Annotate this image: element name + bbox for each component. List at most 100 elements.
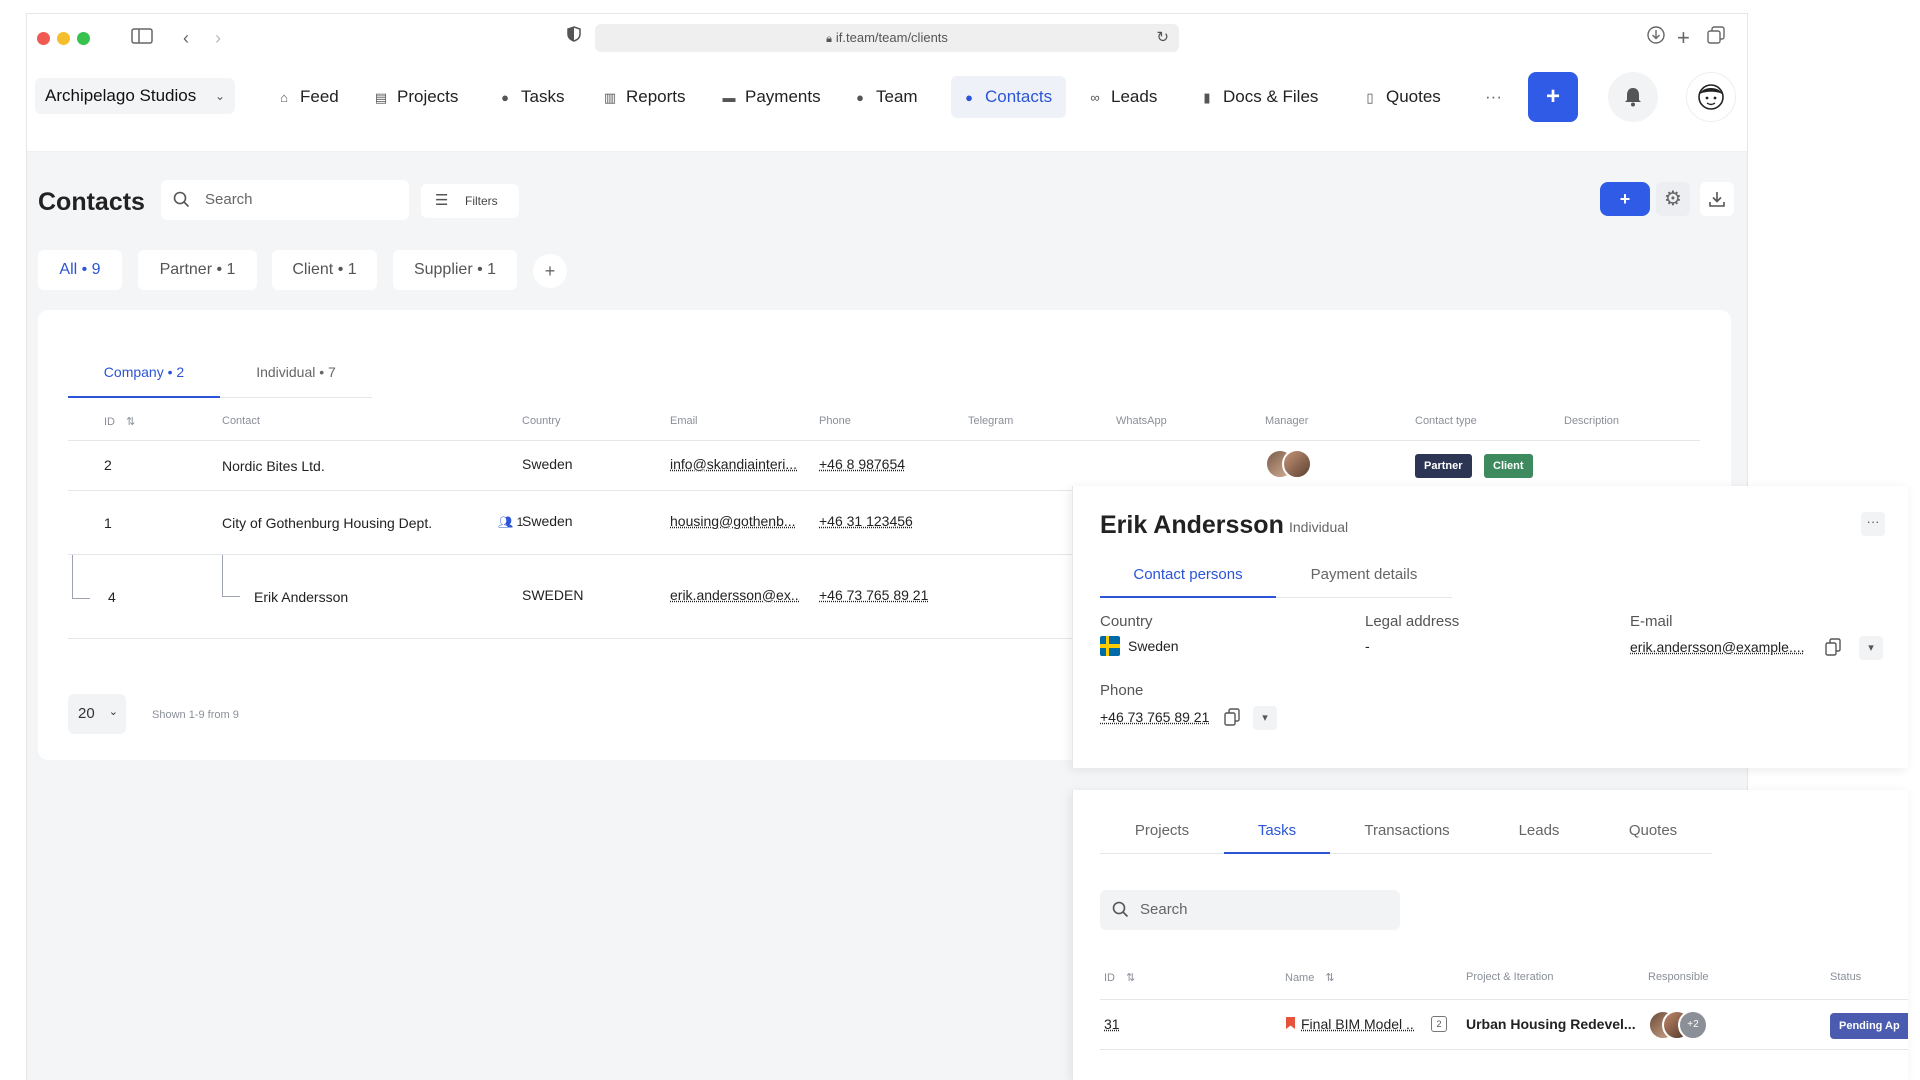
country-value: Sweden (1128, 638, 1179, 654)
sidebar-toggle-icon[interactable] (131, 26, 153, 50)
col-description: Description (1564, 415, 1620, 427)
task-col-status: Status (1830, 971, 1862, 983)
detail-tab-payment-details[interactable]: Payment details (1276, 558, 1452, 598)
minimize-window-dot[interactable] (57, 32, 70, 45)
table-row[interactable]: 2 Nordic Bites Ltd. Sweden info@skandiai… (68, 441, 1700, 491)
forward-arrow-icon[interactable]: › (215, 26, 221, 50)
badge-partner: Partner (1415, 454, 1472, 478)
email-value[interactable]: erik.andersson@example.... (1630, 639, 1805, 655)
download-icon[interactable] (1647, 26, 1665, 50)
add-contact-button[interactable]: + (1600, 182, 1650, 216)
phone-dropdown-chevron-icon[interactable]: ▾ (1253, 706, 1277, 730)
contacts-search-input[interactable]: Search (161, 180, 409, 220)
task-col-project: Project & Iteration (1466, 971, 1554, 983)
back-arrow-icon[interactable]: ‹ (183, 26, 189, 50)
page-size-select[interactable]: 20 ⌄ (68, 694, 126, 734)
nav-projects[interactable]: ▤ Projects (363, 76, 468, 118)
row-phone[interactable]: +46 73 765 89 21 (819, 587, 928, 603)
page-size-value: 20 (78, 705, 95, 722)
report-icon: ▥ (603, 90, 617, 105)
tabs-overview-icon[interactable] (1707, 26, 1725, 50)
detail-kind: Individual (1289, 519, 1349, 535)
filters-button[interactable]: ☰ Filters (421, 184, 519, 218)
task-col-id[interactable]: ID ⇅ (1104, 971, 1135, 984)
global-add-button[interactable]: + (1528, 72, 1578, 122)
notifications-button[interactable] (1608, 72, 1658, 122)
related-tab-transactions[interactable]: Transactions (1330, 814, 1484, 854)
chip-supplier[interactable]: Supplier • 1 (393, 250, 517, 290)
col-phone: Phone (819, 415, 851, 427)
workspace-name: Archipelago Studios (45, 86, 197, 105)
row-phone[interactable]: +46 8 987654 (819, 456, 905, 472)
detail-name: Erik Andersson (1100, 511, 1284, 539)
col-country: Country (522, 415, 561, 427)
nav-feed[interactable]: ⌂ Feed (266, 76, 349, 118)
related-tab-projects[interactable]: Projects (1100, 814, 1224, 854)
nav-quotes[interactable]: ▯ Quotes (1352, 76, 1451, 118)
related-tab-quotes[interactable]: Quotes (1594, 814, 1712, 854)
phone-value[interactable]: +46 73 765 89 21 (1100, 709, 1209, 725)
settings-gear-icon[interactable]: ⚙︎ (1656, 182, 1690, 216)
row-contact[interactable]: Nordic Bites Ltd. (222, 458, 325, 474)
nav-more-button[interactable]: ··· (1475, 76, 1512, 118)
workspace-selector[interactable]: Archipelago Studios ⌄ (35, 78, 235, 114)
email-dropdown-chevron-icon[interactable]: ▾ (1859, 636, 1883, 660)
row-email[interactable]: housing@gothenb... (670, 513, 800, 529)
nav-leads[interactable]: ∞ Leads (1077, 76, 1167, 118)
task-project[interactable]: Urban Housing Redevel... (1466, 1016, 1636, 1032)
copy-email-icon[interactable] (1825, 638, 1845, 658)
detail-more-button[interactable]: ··· (1861, 512, 1885, 536)
task-col-name[interactable]: Name ⇅ (1285, 971, 1335, 984)
subtab-company[interactable]: Company • 2 (68, 352, 220, 398)
sliders-icon: ☰ (435, 192, 449, 209)
document-icon: ▤ (374, 90, 388, 105)
nav-contacts[interactable]: ● Contacts (951, 76, 1066, 118)
filters-label: Filters (465, 194, 498, 208)
reload-icon[interactable]: ↻ (1156, 24, 1169, 52)
tasks-search-input[interactable]: Search (1100, 890, 1400, 930)
app-navbar: Archipelago Studios ⌄ ⌂ Feed ▤ Projects ● T… (27, 62, 1747, 152)
user-avatar-button[interactable] (1686, 72, 1736, 122)
users-icon: ● (965, 90, 973, 105)
copy-phone-icon[interactable] (1224, 708, 1244, 728)
nav-tasks[interactable]: ● Tasks (487, 76, 574, 118)
row-contact[interactable]: Erik Andersson (254, 589, 348, 605)
chip-client[interactable]: Client • 1 (272, 250, 377, 290)
more-responsible-count[interactable]: +2 (1678, 1010, 1708, 1040)
close-window-dot[interactable] (37, 32, 50, 45)
add-chip-button[interactable]: + (533, 254, 567, 288)
nav-payments[interactable]: ▬ Payments (711, 76, 831, 118)
search-placeholder: Search (205, 191, 253, 208)
address-bar[interactable]: 🔒︎ if.team/team/clients ↻ (595, 24, 1179, 52)
nav-team-label: Team (876, 87, 918, 106)
nav-docs-files[interactable]: ▮ Docs & Files (1189, 76, 1328, 118)
contact-detail-panel: Erik Andersson Individual ··· Contact pe… (1072, 486, 1908, 768)
child-connector-icon (72, 555, 90, 599)
nav-quotes-label: Quotes (1386, 87, 1441, 106)
row-phone[interactable]: +46 31 123456 (819, 513, 913, 529)
row-email[interactable]: info@skandiainteri... (670, 456, 800, 472)
row-id: 2 (104, 457, 112, 473)
related-tab-leads[interactable]: Leads (1484, 814, 1594, 854)
col-id[interactable]: ID ⇅ (104, 415, 135, 428)
subtask-count-badge: 2 (1431, 1016, 1447, 1032)
task-id[interactable]: 31 (1104, 1016, 1120, 1032)
row-contact[interactable]: City of Gothenburg Housing Dept. (222, 515, 432, 531)
subtab-individual[interactable]: Individual • 7 (220, 352, 372, 398)
shield-icon[interactable] (567, 26, 581, 50)
chip-partner[interactable]: Partner • 1 (138, 250, 257, 290)
nav-reports[interactable]: ▥ Reports (592, 76, 696, 118)
task-row[interactable]: 31 Final BIM Model ... 2 Urban Housing R… (1100, 1000, 1908, 1050)
maximize-window-dot[interactable] (77, 32, 90, 45)
new-tab-icon[interactable]: + (1677, 26, 1690, 50)
row-email[interactable]: erik.andersson@ex... (670, 587, 800, 603)
nav-docs-files-label: Docs & Files (1223, 87, 1319, 106)
chip-all[interactable]: All • 9 (38, 250, 122, 290)
nav-team[interactable]: ● Team (842, 76, 928, 118)
task-name[interactable]: Final BIM Model ... (1301, 1016, 1415, 1032)
related-tab-tasks[interactable]: Tasks (1224, 814, 1330, 854)
detail-tab-contact-persons[interactable]: Contact persons (1100, 558, 1276, 598)
export-download-icon[interactable] (1700, 182, 1734, 216)
contact-persons-count[interactable]: 👥︎ 1 (498, 515, 523, 529)
col-telegram: Telegram (968, 415, 1014, 427)
